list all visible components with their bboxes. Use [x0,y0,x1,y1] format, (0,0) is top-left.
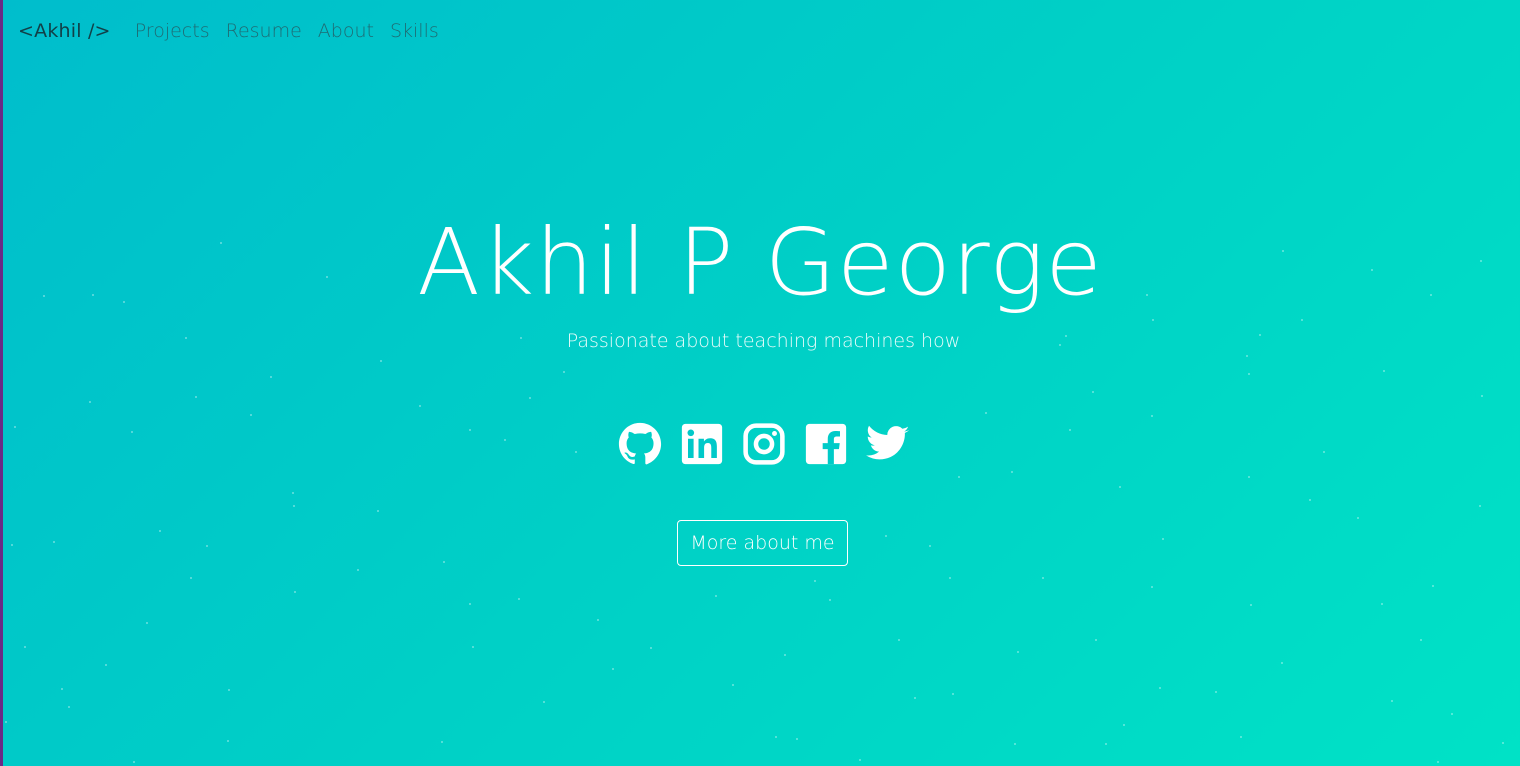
instagram-link[interactable] [742,420,786,468]
top-navbar: <Akhil /> Projects Resume About Skills [18,16,455,46]
nav-link-projects[interactable]: Projects [135,20,210,42]
nav-link-about[interactable]: About [318,20,374,42]
more-about-me-button[interactable]: More about me [677,520,848,566]
github-link[interactable] [618,420,662,468]
github-icon [618,422,661,465]
star-particles-background [5,242,1504,763]
hero-name-heading: Akhil P George [417,209,1103,316]
brand-logo-link[interactable]: <Akhil /> [18,20,111,42]
nav-link-skills[interactable]: Skills [390,20,439,42]
twitter-icon [865,425,909,460]
linkedin-link[interactable] [680,420,724,468]
social-links [0,420,1520,468]
facebook-link[interactable] [804,420,848,468]
window-left-edge [0,0,3,766]
twitter-link[interactable] [865,420,910,468]
facebook-icon [805,423,846,465]
nav-link-resume[interactable]: Resume [226,20,302,42]
instagram-icon [742,423,785,465]
hero-tagline: Passionate about teaching machines how [566,330,961,352]
linkedin-icon [681,423,722,465]
